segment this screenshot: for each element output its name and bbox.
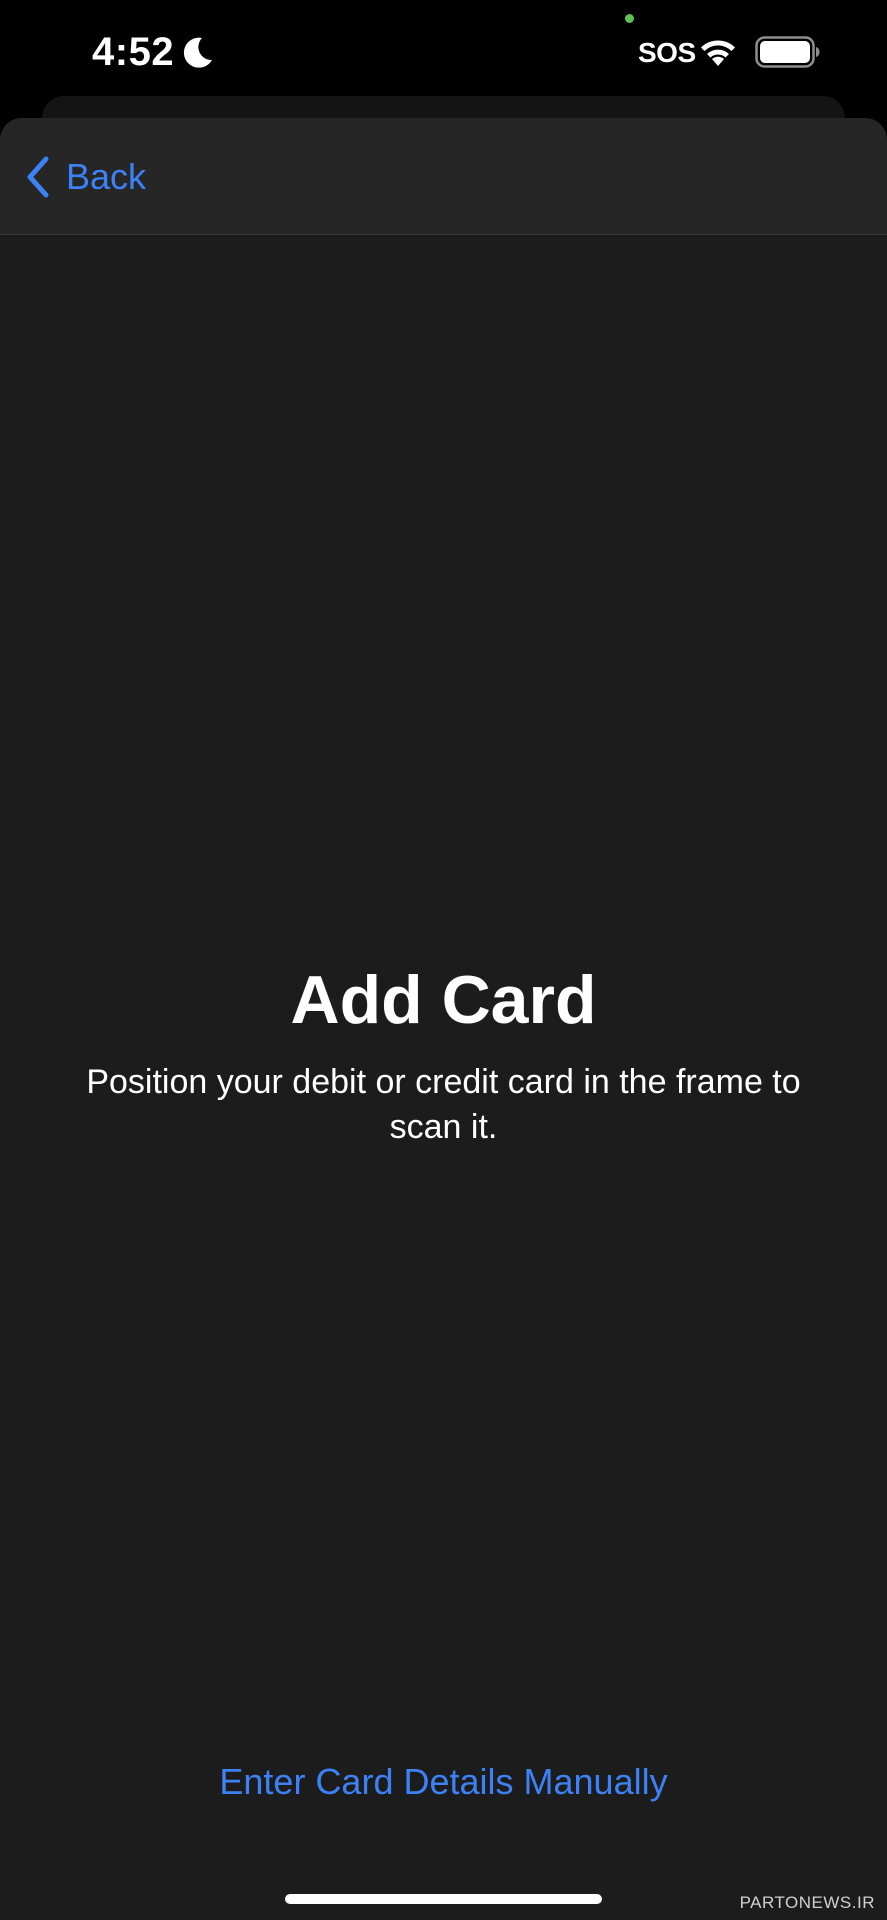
enter-card-details-manually-button[interactable]: Enter Card Details Manually <box>0 1760 887 1804</box>
navigation-bar: Back <box>0 118 887 235</box>
status-bar: 4:52 SOS <box>0 0 887 100</box>
page-title: Add Card <box>290 962 597 1038</box>
add-card-sheet: Back Add Card Position your debit or cre… <box>0 118 887 1920</box>
home-indicator[interactable] <box>285 1894 602 1904</box>
status-sos: SOS <box>638 37 696 68</box>
battery-icon <box>755 36 820 68</box>
moon-icon <box>183 37 212 68</box>
back-button[interactable]: Back <box>24 152 146 202</box>
wifi-icon <box>701 40 735 66</box>
page-subtitle: Position your debit or credit card in th… <box>86 1063 801 1146</box>
chevron-left-icon <box>27 156 49 198</box>
camera-in-use-indicator <box>625 14 634 23</box>
screen: 4:52 SOS Back Add Card Position your deb… <box>0 0 887 1920</box>
status-time: 4:52 <box>92 30 175 74</box>
back-label: Back <box>66 156 147 197</box>
watermark: PARTONEWS.IR <box>739 1893 875 1912</box>
